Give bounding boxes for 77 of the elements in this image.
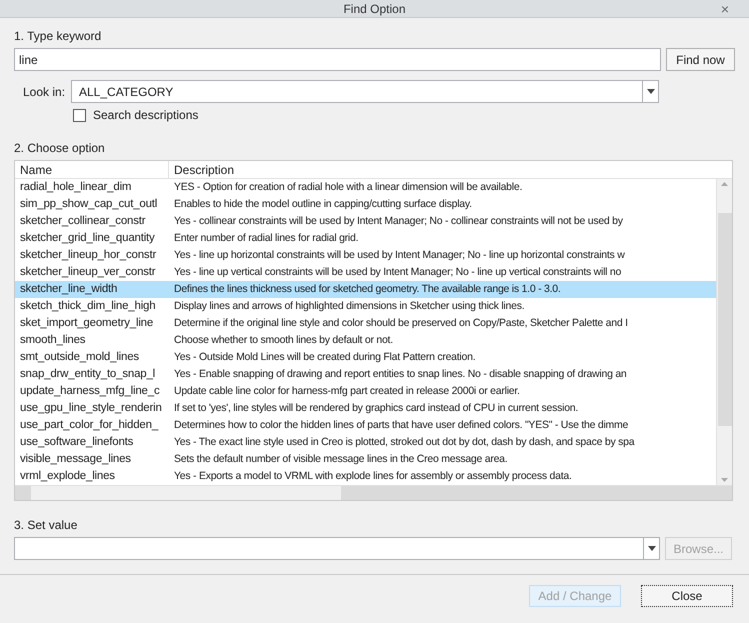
close-button[interactable]: × xyxy=(720,2,729,16)
find-now-button[interactable]: Find now xyxy=(666,48,735,71)
option-row[interactable]: snap_drw_entity_to_snap_l Yes - Enable snapping of drawing and report entities to snap lines. No - disable snapping of drawing an xyxy=(15,366,716,383)
option-row[interactable]: vrml_explode_lines Yes - Exports a model to VRML with explode lines for assembly or assembly process data. xyxy=(15,468,716,485)
column-header[interactable]: Description xyxy=(169,161,732,178)
option-description: Yes - line up horizontal constraints will be used by Intent Manager; No - line up horizontal constraints w xyxy=(173,248,625,263)
dialog-button[interactable]: Close xyxy=(641,585,733,607)
section-label: 1. Type keyword xyxy=(14,28,102,44)
option-description: Defines the lines thickness used for sketched geometry. The available range is 1.0 - 3.0. xyxy=(173,282,561,297)
option-description: Enter number of radial lines for radial grid. xyxy=(173,231,358,246)
option-name: radial_hole_linear_dim xyxy=(19,180,132,195)
option-description: Choose whether to smooth lines by default or not. xyxy=(173,333,393,348)
section-label: 2. Choose option xyxy=(14,140,106,156)
option-name: sketcher_grid_line_quantity xyxy=(19,231,156,246)
section-label: 3. Set value xyxy=(14,517,78,533)
option-description: Determine if the original line style and color should be preserved on Copy/Paste, Sketcher Palette and I xyxy=(173,316,628,331)
option-row[interactable]: sketcher_line_width Defines the lines thickness used for sketched geometry. The available range is 1.0 - 3.0. xyxy=(15,281,716,298)
option-row[interactable]: radial_hole_linear_dim YES - Option for creation of radial hole with a linear dimension will be available. xyxy=(15,179,716,196)
option-description: Yes - The exact line style used in Creo is plotted, stroked out dot by dot, dash by dash, and space by spa xyxy=(173,435,634,450)
look-in-label: Look in: xyxy=(23,84,66,100)
value-dropdown[interactable] xyxy=(14,537,660,560)
option-name: sket_import_geometry_line xyxy=(19,316,154,331)
option-row[interactable]: sim_pp_show_cap_cut_outl Enables to hide the model outline in capping/cutting surface display. xyxy=(15,196,716,213)
scroll-up-icon[interactable] xyxy=(721,182,728,186)
option-description: Display lines and arrows of highlighted dimensions in Sketcher using thick lines. xyxy=(173,299,524,314)
dropdown-caret-icon xyxy=(646,89,654,94)
column-header[interactable]: Name xyxy=(15,161,169,178)
option-name: smt_outside_mold_lines xyxy=(19,350,140,365)
option-row[interactable]: sketcher_collinear_constr Yes - collinear constraints will be used by Intent Manager; No - collinear constraints will not be used by xyxy=(15,213,716,230)
option-name: visible_message_lines xyxy=(19,452,132,467)
vertical-scrollbar[interactable] xyxy=(716,179,732,485)
option-name: sketch_thick_dim_line_high xyxy=(19,299,156,314)
scroll-down-icon[interactable] xyxy=(721,478,728,482)
option-row[interactable]: visible_message_lines Sets the default number of visible message lines in the Creo message area. xyxy=(15,451,716,468)
option-row[interactable]: sketch_thick_dim_line_high Display lines and arrows of highlighted dimensions in Sketcher using thick lines. xyxy=(15,298,716,315)
option-name: sketcher_lineup_hor_constr xyxy=(19,248,158,263)
option-description: Determines how to color the hidden lines of parts that have user defined colors. "YES" - Use the dimme xyxy=(173,418,628,433)
option-description: Enables to hide the model outline in capping/cutting surface display. xyxy=(173,197,472,212)
scroll-thumb[interactable] xyxy=(718,213,732,426)
option-description: If set to 'yes', line styles will be rendered by graphics card instead of CPU in current session. xyxy=(173,401,578,416)
option-description: YES - Option for creation of radial hole with a linear dimension will be available. xyxy=(173,180,522,195)
option-name: sketcher_lineup_ver_constr xyxy=(19,265,156,280)
option-name: update_harness_mfg_line_c xyxy=(19,384,160,399)
option-name: sim_pp_show_cap_cut_outl xyxy=(19,197,158,212)
option-description: Yes - line up vertical constraints will be used by Intent Manager; No - line up vertical constraints will no xyxy=(173,265,622,280)
option-description: Yes - Outside Mold Lines will be created during Flat Pattern creation. xyxy=(173,350,476,365)
keyword-field[interactable]: line xyxy=(14,48,661,71)
option-row[interactable]: smooth_lines Choose whether to smooth lines by default or not. xyxy=(15,332,716,349)
option-row[interactable]: update_harness_mfg_line_c Update cable line color for harness-mfg part created in release 2000i or earlier. xyxy=(15,383,716,400)
category-dropdown[interactable]: ALL_CATEGORY xyxy=(71,80,659,103)
window-title: Find Option xyxy=(343,2,406,16)
option-row[interactable]: sket_import_geometry_line Determine if the original line style and color should be preserved on Copy/Paste, Sketcher Palette and I xyxy=(15,315,716,332)
checkbox[interactable] xyxy=(73,108,86,122)
option-description: Update cable line color for harness-mfg part created in release 2000i or earlier. xyxy=(173,384,520,399)
option-description: Sets the default number of visible message lines in the Creo message area. xyxy=(173,452,508,467)
option-row[interactable]: smt_outside_mold_lines Yes - Outside Mold Lines will be created during Flat Pattern creation. xyxy=(15,349,716,366)
option-name: use_software_linefonts xyxy=(19,435,134,450)
option-name: sketcher_collinear_constr xyxy=(19,214,146,229)
horizontal-scrollbar[interactable] xyxy=(15,485,732,500)
scroll-thumb[interactable] xyxy=(31,486,341,500)
option-name: snap_drw_entity_to_snap_l xyxy=(19,367,156,382)
option-row[interactable]: use_software_linefonts Yes - The exact line style used in Creo is plotted, stroked out dot by dot, dash by dash, and space by spa xyxy=(15,434,716,451)
option-row[interactable]: sketcher_lineup_hor_constr Yes - line up horizontal constraints will be used by Intent Manager; No - line up horizontal constraints w xyxy=(15,247,716,264)
option-name: smooth_lines xyxy=(19,333,86,348)
option-name: use_part_color_for_hidden_ xyxy=(19,418,160,433)
option-description: Yes - collinear constraints will be used by Intent Manager; No - collinear constraints will not be used by xyxy=(173,214,623,229)
option-description: Yes - Exports a model to VRML with explode lines for assembly or assembly process data. xyxy=(173,469,572,484)
option-name: vrml_explode_lines xyxy=(19,469,116,484)
option-name: sketcher_line_width xyxy=(19,282,118,297)
option-description: Yes - Enable snapping of drawing and report entities to snap lines. No - disable snapping of drawing an xyxy=(173,367,627,382)
option-row[interactable]: sketcher_grid_line_quantity Enter number of radial lines for radial grid. xyxy=(15,230,716,247)
option-row[interactable]: sketcher_lineup_ver_constr Yes - line up vertical constraints will be used by Intent Manager; No - line up vertical constraints will no xyxy=(15,264,716,281)
checkbox-label: Search descriptions xyxy=(93,107,198,124)
dropdown-caret-icon xyxy=(648,546,656,551)
option-row[interactable]: use_part_color_for_hidden_ Determines how to color the hidden lines of parts that have user defined colors. "YES" - Use the dimme xyxy=(15,417,716,434)
option-name: use_gpu_line_style_renderin xyxy=(19,401,163,416)
option-row[interactable]: use_gpu_line_style_renderin If set to 'yes', line styles will be rendered by graphics card instead of CPU in current session. xyxy=(15,400,716,417)
